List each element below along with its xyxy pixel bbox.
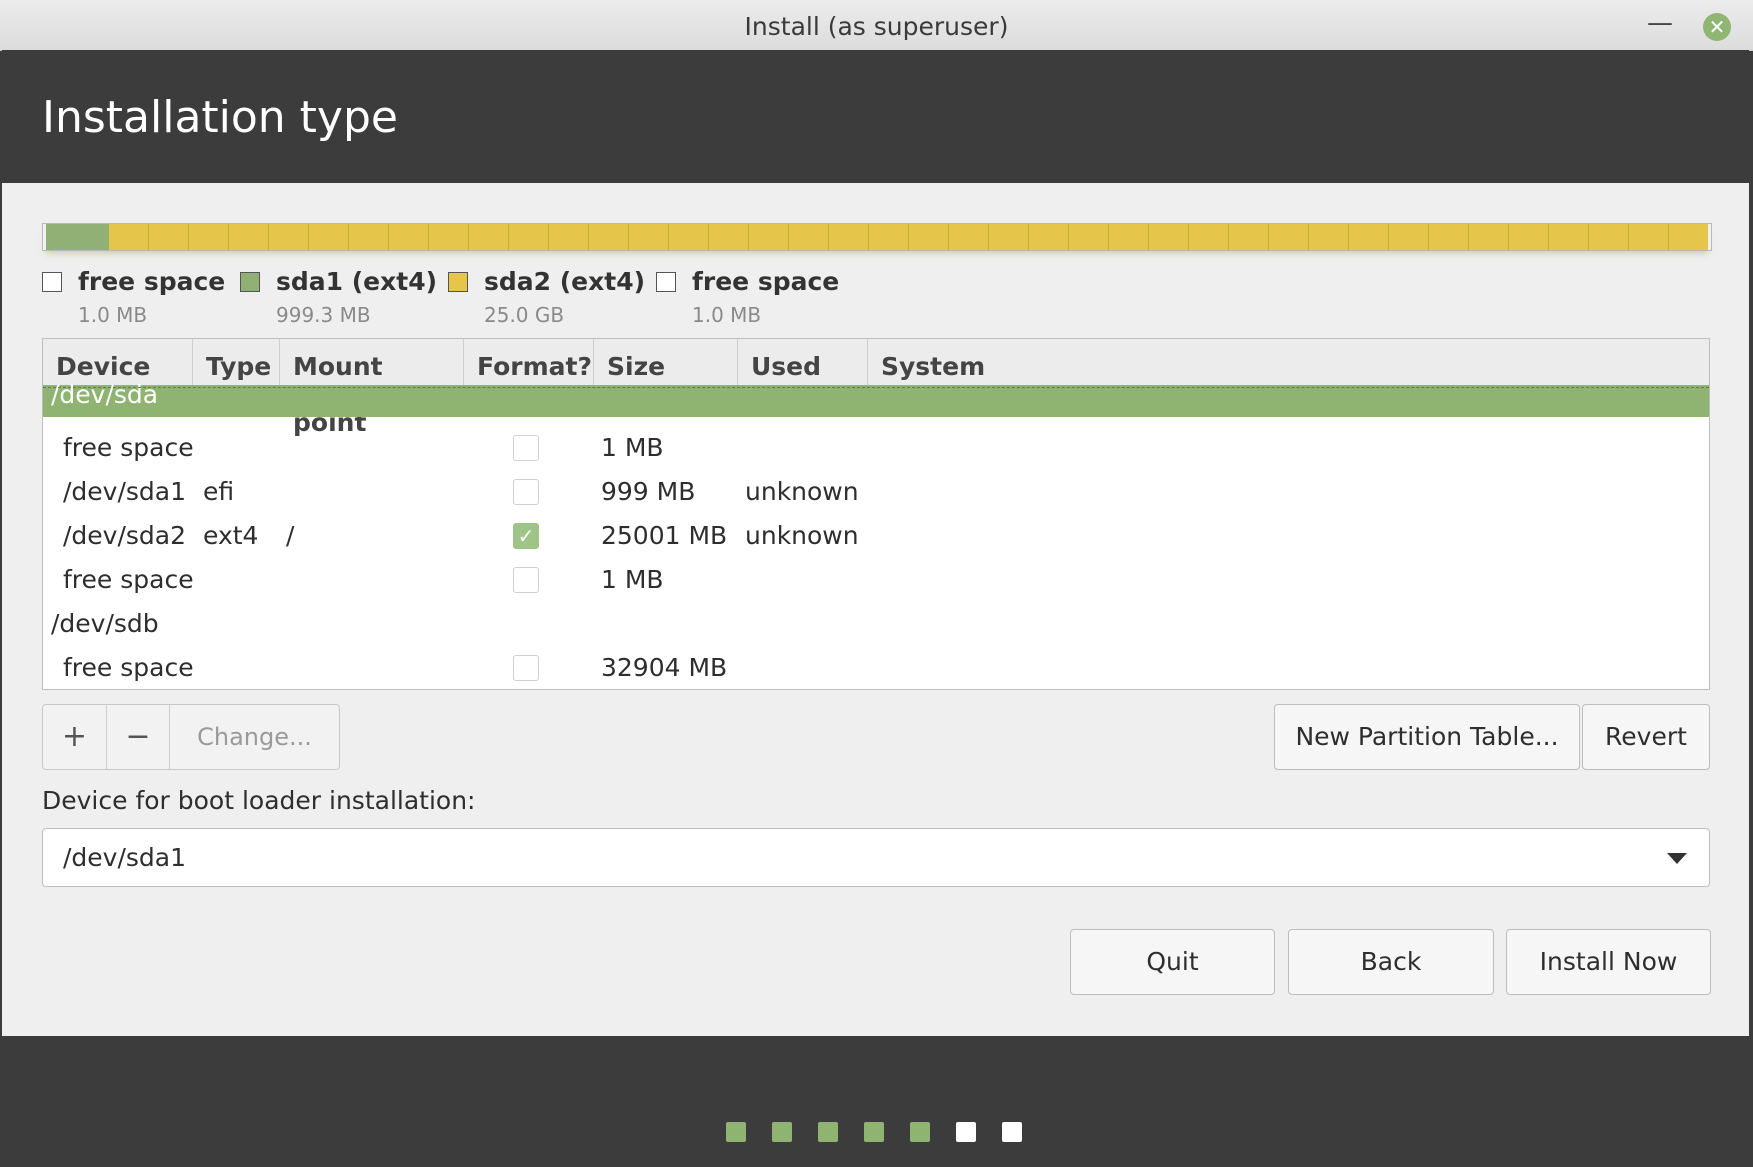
cell-device: free space (63, 653, 194, 682)
partition-segment-free (1708, 224, 1711, 250)
cell-used: unknown (745, 521, 859, 550)
window-titlebar: Install (as superuser) — ✕ (0, 0, 1753, 51)
cell-used: unknown (745, 477, 859, 506)
page-title: Installation type (42, 92, 398, 143)
table-row[interactable]: free space 32904 MB (43, 646, 1709, 689)
step-dot-pending (956, 1122, 976, 1142)
cell-size: 999 MB (601, 477, 696, 506)
partition-tools: + − Change... (42, 704, 340, 770)
cell-size: 1 MB (601, 565, 664, 594)
cell-size: 1 MB (601, 433, 664, 462)
cell-size: 32904 MB (601, 653, 728, 682)
page-header: Installation type (2, 50, 1749, 183)
step-dot-complete (910, 1122, 930, 1142)
back-button[interactable]: Back (1288, 929, 1494, 995)
table-group-row[interactable]: /dev/sda (43, 380, 1709, 417)
quit-button[interactable]: Quit (1070, 929, 1275, 995)
cell-type: ext4 (203, 521, 259, 550)
minimize-icon[interactable]: — (1645, 10, 1675, 40)
cell-device: /dev/sda2 (63, 521, 187, 550)
window-title: Install (as superuser) (744, 12, 1009, 41)
step-dot-pending (1002, 1122, 1022, 1142)
install-now-button[interactable]: Install Now (1506, 929, 1711, 995)
format-checkbox[interactable] (513, 567, 539, 593)
partition-segment-ext2 (109, 224, 1708, 250)
main-content: free space 1.0 MB sda1 (ext4) 999.3 MB sda2 … (2, 183, 1749, 1036)
legend-name: sda1 (ext4) (276, 267, 438, 296)
partition-table: Device Type Mount point Format? Size Used Syst… (42, 338, 1710, 690)
cell-mount: / (286, 521, 295, 550)
table-row[interactable]: /dev/sda1 efi 999 MB unknown (43, 470, 1709, 514)
step-dot-complete (818, 1122, 838, 1142)
cell-device: /dev/sda (51, 380, 159, 409)
partition-bar (42, 223, 1712, 251)
bootloader-value: /dev/sda1 (63, 843, 187, 872)
close-icon[interactable]: ✕ (1703, 13, 1731, 41)
remove-partition-button[interactable]: − (107, 705, 170, 769)
table-row[interactable]: free space 1 MB (43, 558, 1709, 602)
cell-device: /dev/sda1 (63, 477, 187, 506)
cell-device: free space (63, 565, 194, 594)
format-checkbox[interactable]: ✓ (513, 523, 539, 549)
cell-size: 25001 MB (601, 521, 728, 550)
cell-device: /dev/sdb (51, 609, 159, 638)
partition-segment-ext1 (46, 224, 109, 250)
bootloader-select[interactable]: /dev/sda1 (42, 828, 1710, 887)
cell-device: free space (63, 433, 194, 462)
format-checkbox[interactable] (513, 655, 539, 681)
chevron-down-icon (1667, 853, 1687, 864)
legend-name: free space (78, 267, 226, 296)
change-partition-button[interactable]: Change... (170, 705, 339, 769)
step-dot-complete (772, 1122, 792, 1142)
legend-size: 1.0 MB (78, 303, 148, 327)
format-checkbox[interactable] (513, 435, 539, 461)
legend-swatch (240, 272, 260, 292)
legend-size: 999.3 MB (276, 303, 371, 327)
legend-name: sda2 (ext4) (484, 267, 646, 296)
bootloader-label: Device for boot loader installation: (42, 786, 476, 815)
new-partition-table-button[interactable]: New Partition Table... (1274, 704, 1580, 770)
add-partition-button[interactable]: + (43, 705, 107, 769)
legend-swatch (42, 272, 62, 292)
legend-size: 25.0 GB (484, 303, 565, 327)
cell-type: efi (203, 477, 235, 506)
table-group-row[interactable]: /dev/sdb (43, 602, 1709, 646)
legend-swatch (656, 272, 676, 292)
table-row[interactable]: /dev/sda2 ext4 / 25001 MB unknown ✓ (43, 514, 1709, 558)
step-dot-complete (864, 1122, 884, 1142)
step-dot-complete (726, 1122, 746, 1142)
format-checkbox[interactable] (513, 479, 539, 505)
table-row[interactable]: free space 1 MB (43, 426, 1709, 470)
revert-button[interactable]: Revert (1582, 704, 1710, 770)
legend-swatch (448, 272, 468, 292)
legend-size: 1.0 MB (692, 303, 762, 327)
step-progress (0, 1122, 1753, 1144)
legend-name: free space (692, 267, 840, 296)
